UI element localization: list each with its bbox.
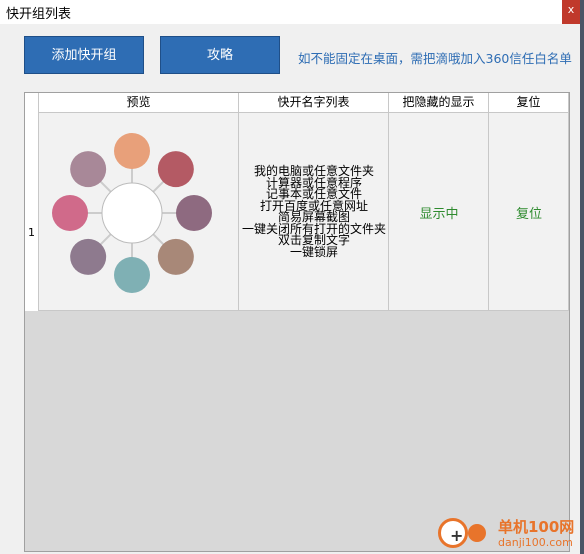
whitelist-notice-link[interactable]: 如不能固定在桌面，需把滴哦加入360信任白名单 (298, 48, 572, 67)
preview-petal (157, 238, 194, 275)
name-item: 一键锁屏 (289, 244, 338, 259)
group-table: 预览 快开名字列表 把隐藏的显示 复位 1 我的电脑或任意文件夹 计算器或任意程… (24, 92, 570, 552)
preview-petal (157, 151, 194, 188)
column-header-names[interactable]: 快开名字列表 (239, 93, 389, 113)
watermark-dot-icon (468, 524, 486, 542)
guide-button[interactable]: 攻略 (160, 36, 280, 74)
names-list: 我的电脑或任意文件夹 计算器或任意程序 记事本或任意文件 打开百度或任意网址 简… (239, 113, 389, 311)
reset-link[interactable]: 复位 (489, 113, 569, 311)
window-title: 快开组列表 (6, 7, 72, 22)
column-header-reset[interactable]: 复位 (489, 93, 569, 113)
title-bar: 快开组列表 x (0, 0, 580, 24)
preview-petal (176, 195, 212, 231)
watermark-url: danji100.com (498, 536, 573, 549)
preview-petal (52, 195, 88, 231)
window: 快开组列表 x 添加快开组 攻略 如不能固定在桌面，需把滴哦加入360信任白名单… (0, 0, 580, 554)
preview-cell[interactable] (39, 113, 239, 311)
show-hidden-link[interactable]: 显示中 (389, 113, 489, 311)
preview-image (52, 133, 212, 293)
row-number: 1 (28, 226, 35, 239)
watermark-title: 单机100网 (498, 518, 575, 536)
column-header-show-hidden[interactable]: 把隐藏的显示 (389, 93, 489, 113)
preview-center (101, 182, 163, 244)
watermark: + 单机100网 danji100.com (436, 514, 584, 554)
add-group-button[interactable]: 添加快开组 (24, 36, 144, 74)
column-header-preview[interactable]: 预览 (39, 93, 239, 113)
corner-cell (25, 93, 39, 113)
close-button[interactable]: x (562, 0, 580, 24)
preview-petal (70, 238, 107, 275)
row-header[interactable]: 1 (25, 113, 39, 311)
watermark-logo-icon: + (438, 518, 468, 548)
preview-petal (114, 133, 150, 169)
preview-petal (114, 257, 150, 293)
preview-petal (70, 151, 107, 188)
